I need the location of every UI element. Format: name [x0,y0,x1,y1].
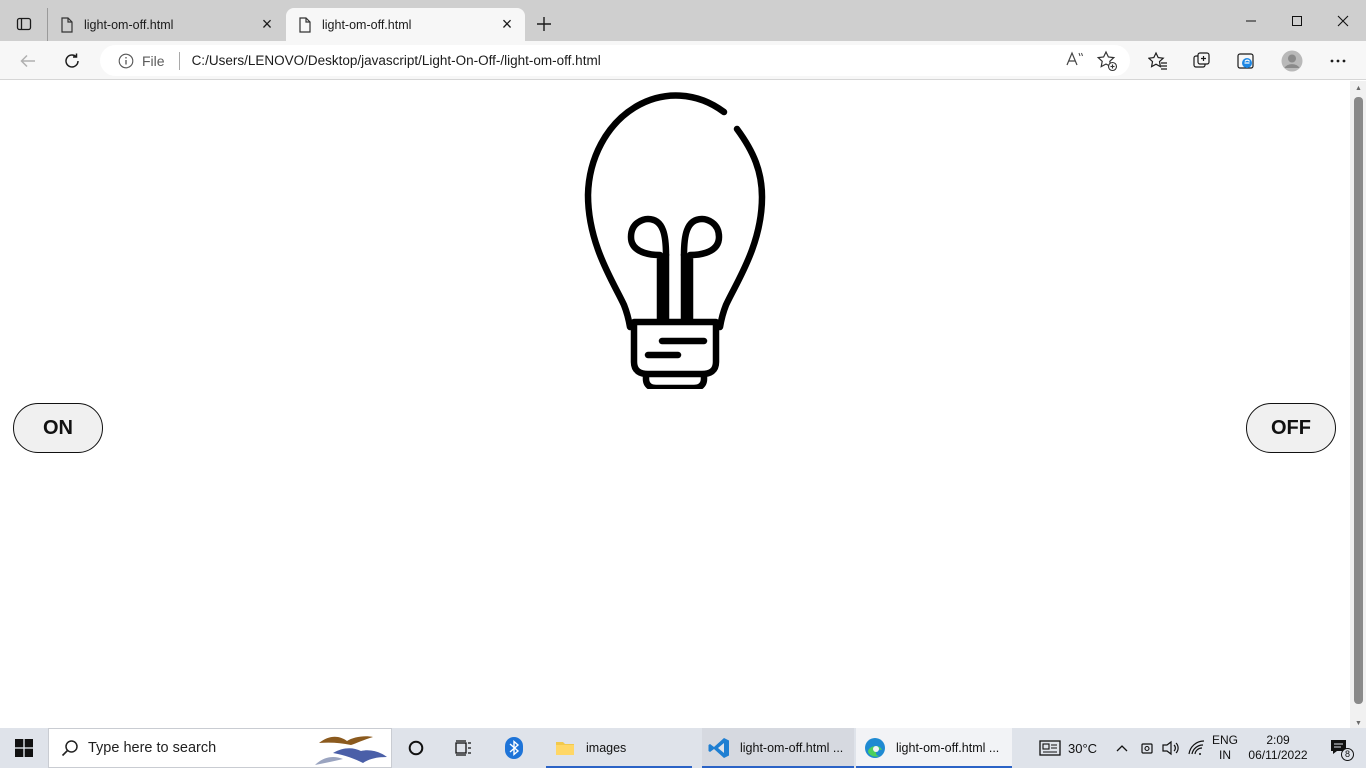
favorites-button[interactable] [1142,46,1174,76]
page-icon [298,16,312,33]
scroll-down-icon[interactable]: ▼ [1354,719,1363,728]
read-aloud-icon[interactable] [1066,51,1084,70]
scroll-up-icon[interactable]: ▲ [1354,84,1363,93]
network-button[interactable] [1184,728,1210,768]
start-button[interactable] [0,728,48,768]
edge-icon [864,737,886,759]
avatar-icon [1281,50,1303,72]
page-icon [60,16,74,33]
scroll-thumb[interactable] [1354,97,1363,704]
clock[interactable]: 2:09 06/11/2022 [1244,733,1312,763]
url-text[interactable]: C:/Users/LENOVO/Desktop/javascript/Light… [192,53,601,68]
notifications-button[interactable]: 8 [1320,728,1360,768]
folder-icon [554,737,576,759]
language-indicator[interactable]: ENG IN [1210,733,1240,763]
news-icon [1039,740,1061,756]
search-highlight-birds-image [315,736,387,765]
minimize-icon [1246,20,1256,21]
plus-icon [537,17,551,31]
more-dots-icon [1330,59,1346,63]
close-tab-icon[interactable]: × [255,13,279,37]
on-button[interactable]: ON [13,403,103,453]
wifi-icon [1188,740,1205,755]
clock-date: 06/11/2022 [1248,748,1308,762]
search-icon [61,739,79,757]
close-tab-icon[interactable]: × [495,13,519,37]
page-viewport: ON OFF [0,81,1350,728]
minimize-button[interactable] [1228,0,1274,41]
scheme-label: File [142,52,165,69]
taskbar-app-label: light-om-off.html ... [740,741,844,755]
back-button[interactable] [12,46,44,76]
settings-menu-button[interactable] [1322,46,1354,76]
speaker-icon [1162,740,1179,756]
meet-now-button[interactable] [1134,728,1160,768]
tab-actions-icon [16,17,32,31]
tab-actions-button[interactable] [10,10,38,38]
lightbulb-icon [584,92,766,389]
taskbar-app-images[interactable]: images [546,728,692,768]
close-icon [1337,15,1349,26]
camera-icon [1141,743,1153,754]
news-weather-button[interactable] [1030,728,1070,768]
browser-toolbar: File C:/Users/LENOVO/Desktop/javascript/… [0,41,1366,80]
refresh-button[interactable] [56,46,88,76]
task-view-button[interactable] [444,728,484,768]
tab-bar: light-om-off.html × light-om-off.html × [0,0,1366,41]
taskbar: Type here to search images light-om-off.… [0,728,1366,768]
collections-button[interactable] [1186,46,1218,76]
ie-mode-button[interactable] [1230,46,1262,76]
region-code: IN [1219,748,1231,762]
add-favorite-icon[interactable] [1096,50,1118,72]
cortana-circle-icon [408,740,424,756]
clock-time: 2:09 [1266,733,1290,747]
language-code: ENG [1211,733,1238,747]
bluetooth-icon [505,737,523,759]
maximize-icon [1292,15,1302,26]
profile-button[interactable] [1276,46,1308,76]
collections-icon [1193,52,1210,68]
volume-button[interactable] [1158,728,1184,768]
taskbar-app-vscode[interactable]: light-om-off.html ... [702,728,854,768]
off-button[interactable]: OFF [1246,403,1336,453]
vscode-icon [708,737,730,759]
task-view-icon [455,740,471,756]
address-bar[interactable]: File C:/Users/LENOVO/Desktop/javascript/… [100,45,1130,76]
new-tab-button[interactable] [531,11,557,37]
tab-title: light-om-off.html [322,17,412,32]
cortana-button[interactable] [396,728,436,768]
tab-inactive[interactable]: light-om-off.html × [47,8,285,41]
info-icon[interactable] [118,53,134,69]
search-placeholder: Type here to search [88,740,217,756]
chevron-up-icon [1116,745,1128,752]
notification-count-badge: 8 [1341,748,1354,761]
close-window-button[interactable] [1320,0,1366,41]
tab-title: light-om-off.html [84,17,174,32]
tab-active[interactable]: light-om-off.html × [286,8,525,41]
taskbar-app-edge[interactable]: light-om-off.html ... [856,728,1012,768]
bluetooth-button[interactable] [494,728,534,768]
vertical-scrollbar[interactable]: ▲ ▼ [1350,81,1366,728]
favorites-icon [1148,51,1167,70]
address-separator [178,51,180,70]
weather-temperature[interactable]: 30°C [1068,741,1097,756]
taskbar-search[interactable]: Type here to search [48,728,392,768]
taskbar-app-label: images [586,741,627,755]
refresh-icon [65,53,79,68]
taskbar-app-label: light-om-off.html ... [896,741,1000,755]
back-arrow-icon [20,54,35,68]
maximize-button[interactable] [1274,0,1320,41]
windows-logo-icon [15,739,33,757]
ie-mode-icon [1237,53,1254,69]
